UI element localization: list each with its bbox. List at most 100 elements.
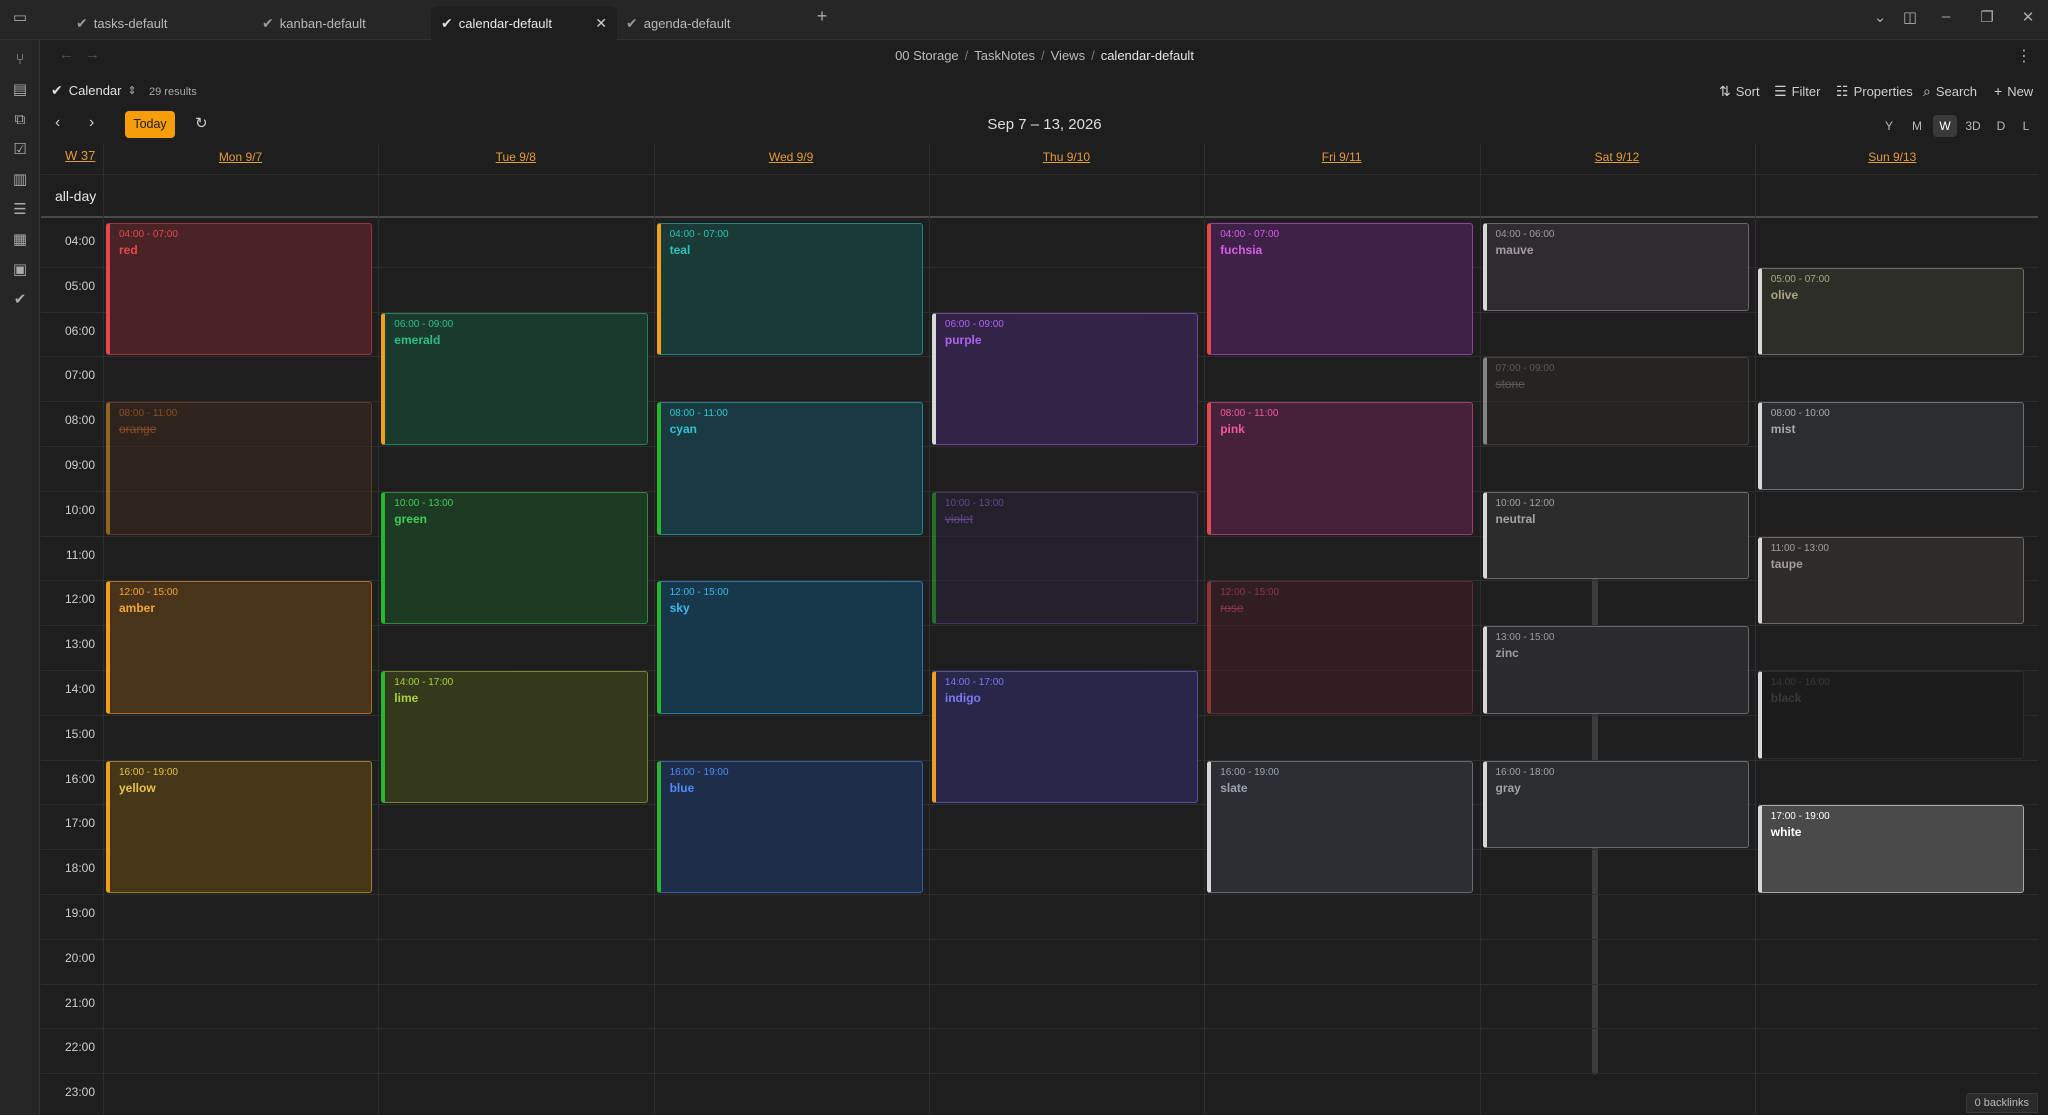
event-yellow[interactable]: 16:00 - 19:00 yellow	[106, 760, 373, 893]
event-title: zinc	[1495, 646, 1519, 661]
view-month-button[interactable]: M	[1905, 115, 1929, 137]
tasknotes-icon[interactable]: ✔	[8, 288, 32, 312]
backlinks-status[interactable]: 0 backlinks	[1965, 1093, 2038, 1113]
event-violet[interactable]: 10:00 - 13:00 violet	[931, 491, 1199, 625]
event-title: white	[1770, 825, 1802, 840]
event-red[interactable]: 04:00 - 07:00 red	[106, 223, 373, 356]
event-time: 04:00 - 06:00	[1495, 229, 1555, 240]
new-button[interactable]: + New	[1994, 83, 2033, 99]
properties-button[interactable]: ☷ Properties	[1836, 83, 1913, 100]
event-title: stone	[1495, 377, 1525, 392]
event-orange[interactable]: 08:00 - 11:00 orange	[106, 402, 373, 535]
list-icon[interactable]: ☰	[8, 198, 32, 222]
calendar-controls: ‹ › Today ↻ Sep 7 – 13, 2026 Y M W 3D D …	[41, 110, 2048, 140]
event-white[interactable]: 17:00 - 19:00 white	[1757, 805, 2025, 893]
search-button[interactable]: ⌕ Search	[1923, 83, 1977, 100]
event-time: 05:00 - 07:00	[1770, 273, 1830, 285]
event-mauve[interactable]: 04:00 - 06:00 mauve	[1482, 223, 1749, 311]
tab-tasks-default[interactable]: ✔ tasks-default	[58, 6, 238, 40]
calendar-grid: W 37 all-day Mon 9/7 Tue 9/8 Wed 9/9 Thu 9/…	[41, 144, 2038, 1115]
event-amber[interactable]: 12:00 - 15:00 amber	[106, 581, 373, 714]
checkbox-icon[interactable]: ☑	[8, 138, 32, 162]
hour-label: 15:00	[64, 726, 95, 741]
chevron-down-icon[interactable]: ⌄	[1868, 8, 1892, 26]
event-rose[interactable]: 12:00 - 15:00 rose	[1207, 581, 1474, 714]
event-time: 16:00 - 19:00	[669, 766, 729, 778]
day-column-divider	[1754, 144, 1756, 1115]
tab-kanban-default[interactable]: ✔ kanban-default	[244, 6, 424, 40]
day-header[interactable]: Fri 9/11	[1204, 150, 1479, 164]
event-pink[interactable]: 08:00 - 11:00 pink	[1207, 402, 1474, 535]
week-number[interactable]: W 37	[65, 148, 95, 163]
event-green[interactable]: 10:00 - 13:00 green	[381, 491, 648, 625]
event-indigo[interactable]: 14:00 - 17:00 indigo	[931, 671, 1199, 804]
sidebar-right-icon[interactable]: ◫	[1898, 8, 1922, 26]
new-tab-icon[interactable]: +	[810, 6, 834, 27]
view-list-button[interactable]: L	[2014, 115, 2038, 137]
tab-calendar-default[interactable]: ✔ calendar-default ✕	[431, 6, 617, 40]
event-neutral[interactable]: 10:00 - 12:00 neutral	[1482, 491, 1749, 580]
filter-label: Filter	[1791, 84, 1821, 99]
kanban-icon[interactable]: ▥	[8, 168, 32, 192]
day-header[interactable]: Thu 9/10	[929, 150, 1204, 164]
event-blue[interactable]: 16:00 - 19:00 blue	[656, 760, 923, 893]
event-fuchsia[interactable]: 04:00 - 07:00 fuchsia	[1207, 223, 1474, 356]
event-zinc[interactable]: 13:00 - 15:00 zinc	[1482, 626, 1749, 714]
calendar-icon[interactable]: ▣	[8, 258, 32, 282]
event-teal[interactable]: 04:00 - 07:00 teal	[656, 223, 923, 356]
day-header[interactable]: Sun 9/13	[1755, 150, 2030, 164]
event-time: 08:00 - 11:00	[119, 408, 178, 420]
hour-gridline	[41, 1028, 2038, 1030]
day-header[interactable]: Wed 9/9	[654, 150, 929, 164]
breadcrumb-item[interactable]: 00 Storage	[895, 48, 959, 63]
close-window-icon[interactable]: ✕	[2016, 8, 2040, 26]
filter-button[interactable]: ☰ Filter	[1774, 83, 1820, 100]
allday-divider	[41, 216, 2038, 218]
event-time: 10:00 - 13:00	[944, 497, 1004, 509]
breadcrumb-item[interactable]: TaskNotes	[974, 48, 1035, 63]
restore-icon[interactable]: ❐	[1975, 8, 1999, 26]
event-sky[interactable]: 12:00 - 15:00 sky	[656, 581, 923, 714]
sort-icon: ⇅	[1719, 83, 1731, 99]
event-purple[interactable]: 06:00 - 09:00 purple	[931, 312, 1199, 445]
event-gray[interactable]: 16:00 - 18:00 gray	[1482, 760, 1749, 849]
event-cyan[interactable]: 08:00 - 11:00 cyan	[656, 402, 923, 535]
event-emerald[interactable]: 06:00 - 09:00 emerald	[381, 312, 648, 445]
day-header[interactable]: Sat 9/12	[1480, 150, 1755, 164]
view-selector[interactable]: ✔ Calendar ⇕	[51, 82, 137, 99]
tab-label: kanban-default	[279, 15, 366, 31]
event-stone[interactable]: 07:00 - 09:00 stone	[1482, 357, 1749, 445]
hour-label: 17:00	[64, 816, 95, 831]
close-icon[interactable]: ✕	[595, 15, 607, 32]
tab-agenda-default[interactable]: ✔ agenda-default	[618, 6, 798, 40]
event-black[interactable]: 14:00 - 16:00 black	[1757, 671, 2025, 759]
hour-label: 09:00	[64, 458, 95, 472]
event-title: black	[1770, 691, 1802, 705]
event-title: red	[119, 243, 138, 257]
day-header[interactable]: Tue 9/8	[378, 150, 653, 164]
event-time: 08:00 - 10:00	[1770, 408, 1830, 420]
day-header[interactable]: Mon 9/7	[103, 150, 378, 164]
event-lime[interactable]: 14:00 - 17:00 lime	[381, 671, 648, 804]
chart-icon[interactable]: ▦	[8, 228, 32, 252]
view-week-button[interactable]: W	[1933, 115, 1957, 137]
event-mist[interactable]: 08:00 - 10:00 mist	[1757, 402, 2025, 490]
event-time: 11:00 - 13:00	[1770, 542, 1829, 554]
event-taupe[interactable]: 11:00 - 13:00 taupe	[1757, 536, 2025, 625]
sidebar-toggle-icon[interactable]: ▭	[8, 8, 32, 26]
view-year-button[interactable]: Y	[1877, 115, 1901, 137]
view-3day-button[interactable]: 3D	[1961, 115, 1985, 137]
check-icon: ✔	[51, 82, 63, 98]
copy-icon[interactable]: ⧉	[8, 108, 32, 132]
event-time: 16:00 - 19:00	[119, 766, 178, 778]
minimize-icon[interactable]: –	[1934, 8, 1958, 25]
more-options-icon[interactable]: ⋮	[2016, 46, 2032, 66]
breadcrumb-item[interactable]: Views	[1051, 48, 1085, 63]
event-slate[interactable]: 16:00 - 19:00 slate	[1207, 760, 1474, 893]
event-olive[interactable]: 05:00 - 07:00 olive	[1757, 267, 2025, 356]
graph-icon[interactable]: ⑂	[8, 48, 32, 72]
sort-button[interactable]: ⇅ Sort	[1719, 83, 1760, 100]
event-title: lime	[394, 691, 419, 705]
file-icon[interactable]: ▤	[8, 78, 32, 102]
view-day-button[interactable]: D	[1989, 115, 2013, 137]
